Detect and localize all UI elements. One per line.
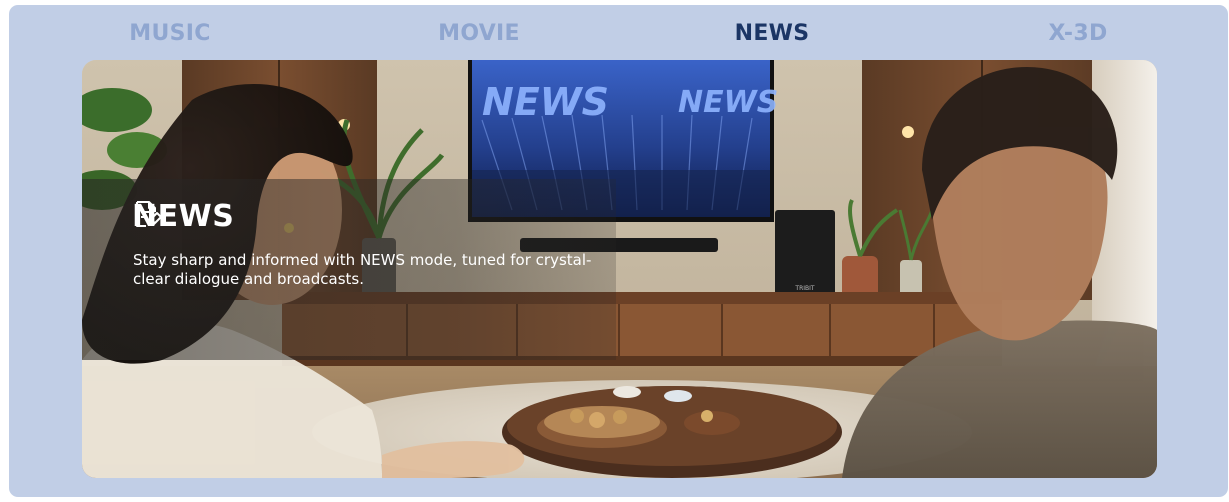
tv-screen-text-right: NEWS xyxy=(678,85,778,120)
edit-document-icon xyxy=(136,201,276,232)
tab-movie[interactable]: MOVIE xyxy=(438,21,520,46)
mode-tabs: MUSIC MOVIE NEWS X-3D xyxy=(9,5,1228,59)
mode-selector-panel: MUSIC MOVIE NEWS X-3D NEWS NEWS TRIBIT N… xyxy=(9,5,1228,497)
tab-news[interactable]: NEWS xyxy=(735,21,810,46)
speaker-brand-label: TRIBIT xyxy=(794,285,814,292)
tv-screen-text-left: NEWS xyxy=(482,80,609,124)
subwoofer: TRIBIT xyxy=(775,210,835,298)
caption-title-row: NEWS xyxy=(132,199,276,234)
mode-caption-overlay: NEWS Stay sharp and informed with NEWS m… xyxy=(82,179,616,360)
tab-x3d[interactable]: X-3D xyxy=(1048,21,1107,46)
coffee-table xyxy=(502,386,842,478)
news-mode-scene-image: NEWS NEWS TRIBIT NEWS Stay sharp and inf… xyxy=(82,60,1157,478)
tab-music[interactable]: MUSIC xyxy=(129,21,210,46)
caption-description: Stay sharp and informed with NEWS mode, … xyxy=(133,251,592,288)
